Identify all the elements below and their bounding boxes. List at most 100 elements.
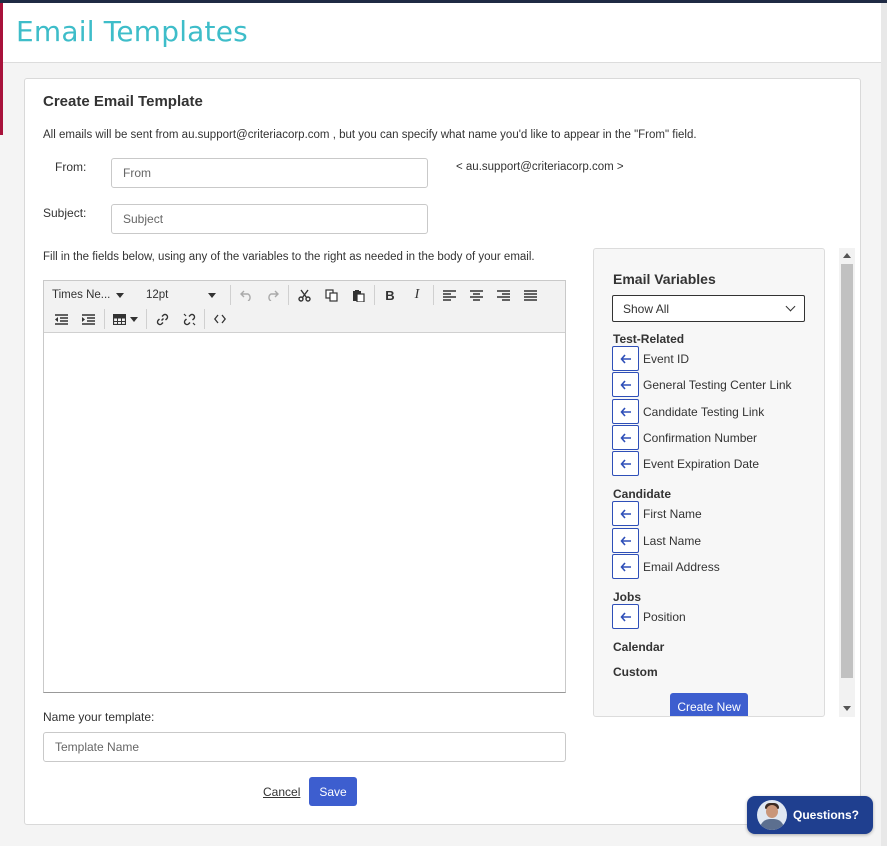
- variable-item[interactable]: Confirmation Number: [612, 425, 757, 450]
- template-name-input[interactable]: [43, 732, 566, 762]
- group-test-related: Test-Related: [613, 332, 685, 346]
- arrow-left-icon: [619, 458, 631, 469]
- create-template-card: Create Email Template All emails will be…: [24, 78, 861, 825]
- variable-label: Event ID: [643, 351, 690, 366]
- caret-down-icon: [116, 292, 124, 298]
- scrollbar-thumb[interactable]: [841, 264, 853, 678]
- support-avatar: [757, 800, 787, 830]
- variable-label: Email Address: [643, 559, 720, 574]
- variable-label: Confirmation Number: [643, 430, 758, 445]
- group-candidate: Candidate: [613, 487, 672, 501]
- variable-item[interactable]: First Name: [612, 501, 702, 526]
- questions-chat-button[interactable]: Questions?: [747, 796, 873, 834]
- arrow-left-icon: [619, 508, 631, 519]
- unlink-icon[interactable]: [178, 308, 200, 330]
- arrow-left-icon: [619, 353, 631, 364]
- link-icon[interactable]: [151, 308, 173, 330]
- toolbar-divider: [146, 309, 147, 329]
- insert-arrow-button[interactable]: [612, 425, 639, 450]
- toolbar-divider: [288, 285, 289, 305]
- variable-item[interactable]: General Testing Center Link: [612, 372, 792, 397]
- toolbar-divider: [433, 285, 434, 305]
- page-header: Email Templates: [0, 3, 881, 63]
- insert-arrow-button[interactable]: [612, 554, 639, 579]
- bold-icon[interactable]: B: [379, 284, 401, 306]
- variable-item[interactable]: Event Expiration Date: [612, 451, 759, 476]
- indent-icon[interactable]: [77, 308, 99, 330]
- insert-arrow-button[interactable]: [612, 501, 639, 526]
- cut-icon[interactable]: [293, 284, 315, 306]
- page-title: Email Templates: [16, 15, 248, 48]
- font-family-value: Times Ne...: [52, 289, 111, 301]
- align-center-icon[interactable]: [465, 284, 487, 306]
- variable-label: General Testing Center Link: [643, 377, 792, 392]
- group-calendar[interactable]: Calendar: [613, 640, 664, 654]
- variable-item[interactable]: Event ID: [612, 346, 689, 371]
- cancel-link[interactable]: Cancel: [263, 785, 300, 799]
- outdent-icon[interactable]: [50, 308, 72, 330]
- save-button[interactable]: Save: [309, 777, 357, 806]
- group-jobs: Jobs: [613, 590, 642, 604]
- caret-down-icon: [208, 292, 216, 298]
- variable-label: Candidate Testing Link: [643, 404, 765, 419]
- arrow-left-icon: [619, 406, 631, 417]
- create-new-variable-button[interactable]: Create New: [670, 693, 748, 716]
- subject-label: Subject:: [43, 206, 87, 220]
- left-accent-bar: [0, 3, 3, 135]
- undo-icon[interactable]: [235, 284, 257, 306]
- editor-content-area[interactable]: [44, 333, 565, 692]
- table-icon[interactable]: [109, 308, 141, 330]
- intro-text: All emails will be sent from au.support@…: [43, 129, 697, 141]
- arrow-left-icon: [619, 379, 631, 390]
- fill-instructions: Fill in the fields below, using any of t…: [43, 251, 535, 263]
- email-variables-panel: Email Variables Show All Test-Related Ev…: [593, 248, 825, 717]
- variable-label: Last Name: [643, 533, 702, 548]
- paste-icon[interactable]: [347, 284, 369, 306]
- align-left-icon[interactable]: [438, 284, 460, 306]
- from-input[interactable]: [111, 158, 428, 188]
- font-size-dropdown[interactable]: 12pt: [140, 284, 222, 306]
- group-custom[interactable]: Custom: [613, 665, 658, 679]
- arrow-left-icon: [619, 561, 631, 572]
- variables-filter-select[interactable]: Show All: [612, 295, 805, 322]
- insert-arrow-button[interactable]: [612, 451, 639, 476]
- from-label: From:: [55, 160, 87, 174]
- copy-icon[interactable]: [320, 284, 342, 306]
- align-justify-icon[interactable]: [519, 284, 541, 306]
- insert-arrow-button[interactable]: [612, 372, 639, 397]
- insert-arrow-button[interactable]: [612, 528, 639, 553]
- questions-label: Questions?: [793, 808, 860, 822]
- variable-label: First Name: [643, 506, 702, 521]
- insert-arrow-button[interactable]: [612, 604, 639, 629]
- insert-arrow-button[interactable]: [612, 346, 639, 371]
- font-family-dropdown[interactable]: Times Ne...: [46, 284, 130, 306]
- rich-text-editor: Times Ne... 12pt B I: [43, 280, 566, 693]
- variable-label: Event Expiration Date: [643, 456, 760, 471]
- scroll-down-arrow-icon[interactable]: [843, 706, 851, 711]
- scroll-up-arrow-icon[interactable]: [843, 253, 851, 258]
- source-code-icon[interactable]: [209, 308, 231, 330]
- variable-item[interactable]: Last Name: [612, 528, 701, 553]
- variables-scrollbar[interactable]: [839, 248, 855, 717]
- variables-title: Email Variables: [613, 271, 716, 287]
- variable-item[interactable]: Position: [612, 604, 686, 629]
- from-email-address: < au.support@criteriacorp.com >: [456, 161, 624, 173]
- arrow-left-icon: [619, 432, 631, 443]
- italic-icon[interactable]: I: [406, 284, 428, 306]
- page-scrollbar[interactable]: [881, 3, 887, 846]
- arrow-left-icon: [619, 611, 631, 622]
- insert-arrow-button[interactable]: [612, 399, 639, 424]
- variables-filter-value: Show All: [623, 301, 670, 316]
- subject-input[interactable]: [111, 204, 428, 234]
- editor-toolbar: Times Ne... 12pt B I: [44, 281, 565, 333]
- variable-item[interactable]: Candidate Testing Link: [612, 399, 764, 424]
- toolbar-divider: [204, 309, 205, 329]
- align-right-icon[interactable]: [492, 284, 514, 306]
- variable-label: Position: [643, 609, 686, 624]
- arrow-left-icon: [619, 535, 631, 546]
- font-size-value: 12pt: [146, 289, 169, 301]
- redo-icon[interactable]: [261, 284, 283, 306]
- variable-item[interactable]: Email Address: [612, 554, 720, 579]
- toolbar-divider: [374, 285, 375, 305]
- chevron-down-icon: [785, 301, 796, 312]
